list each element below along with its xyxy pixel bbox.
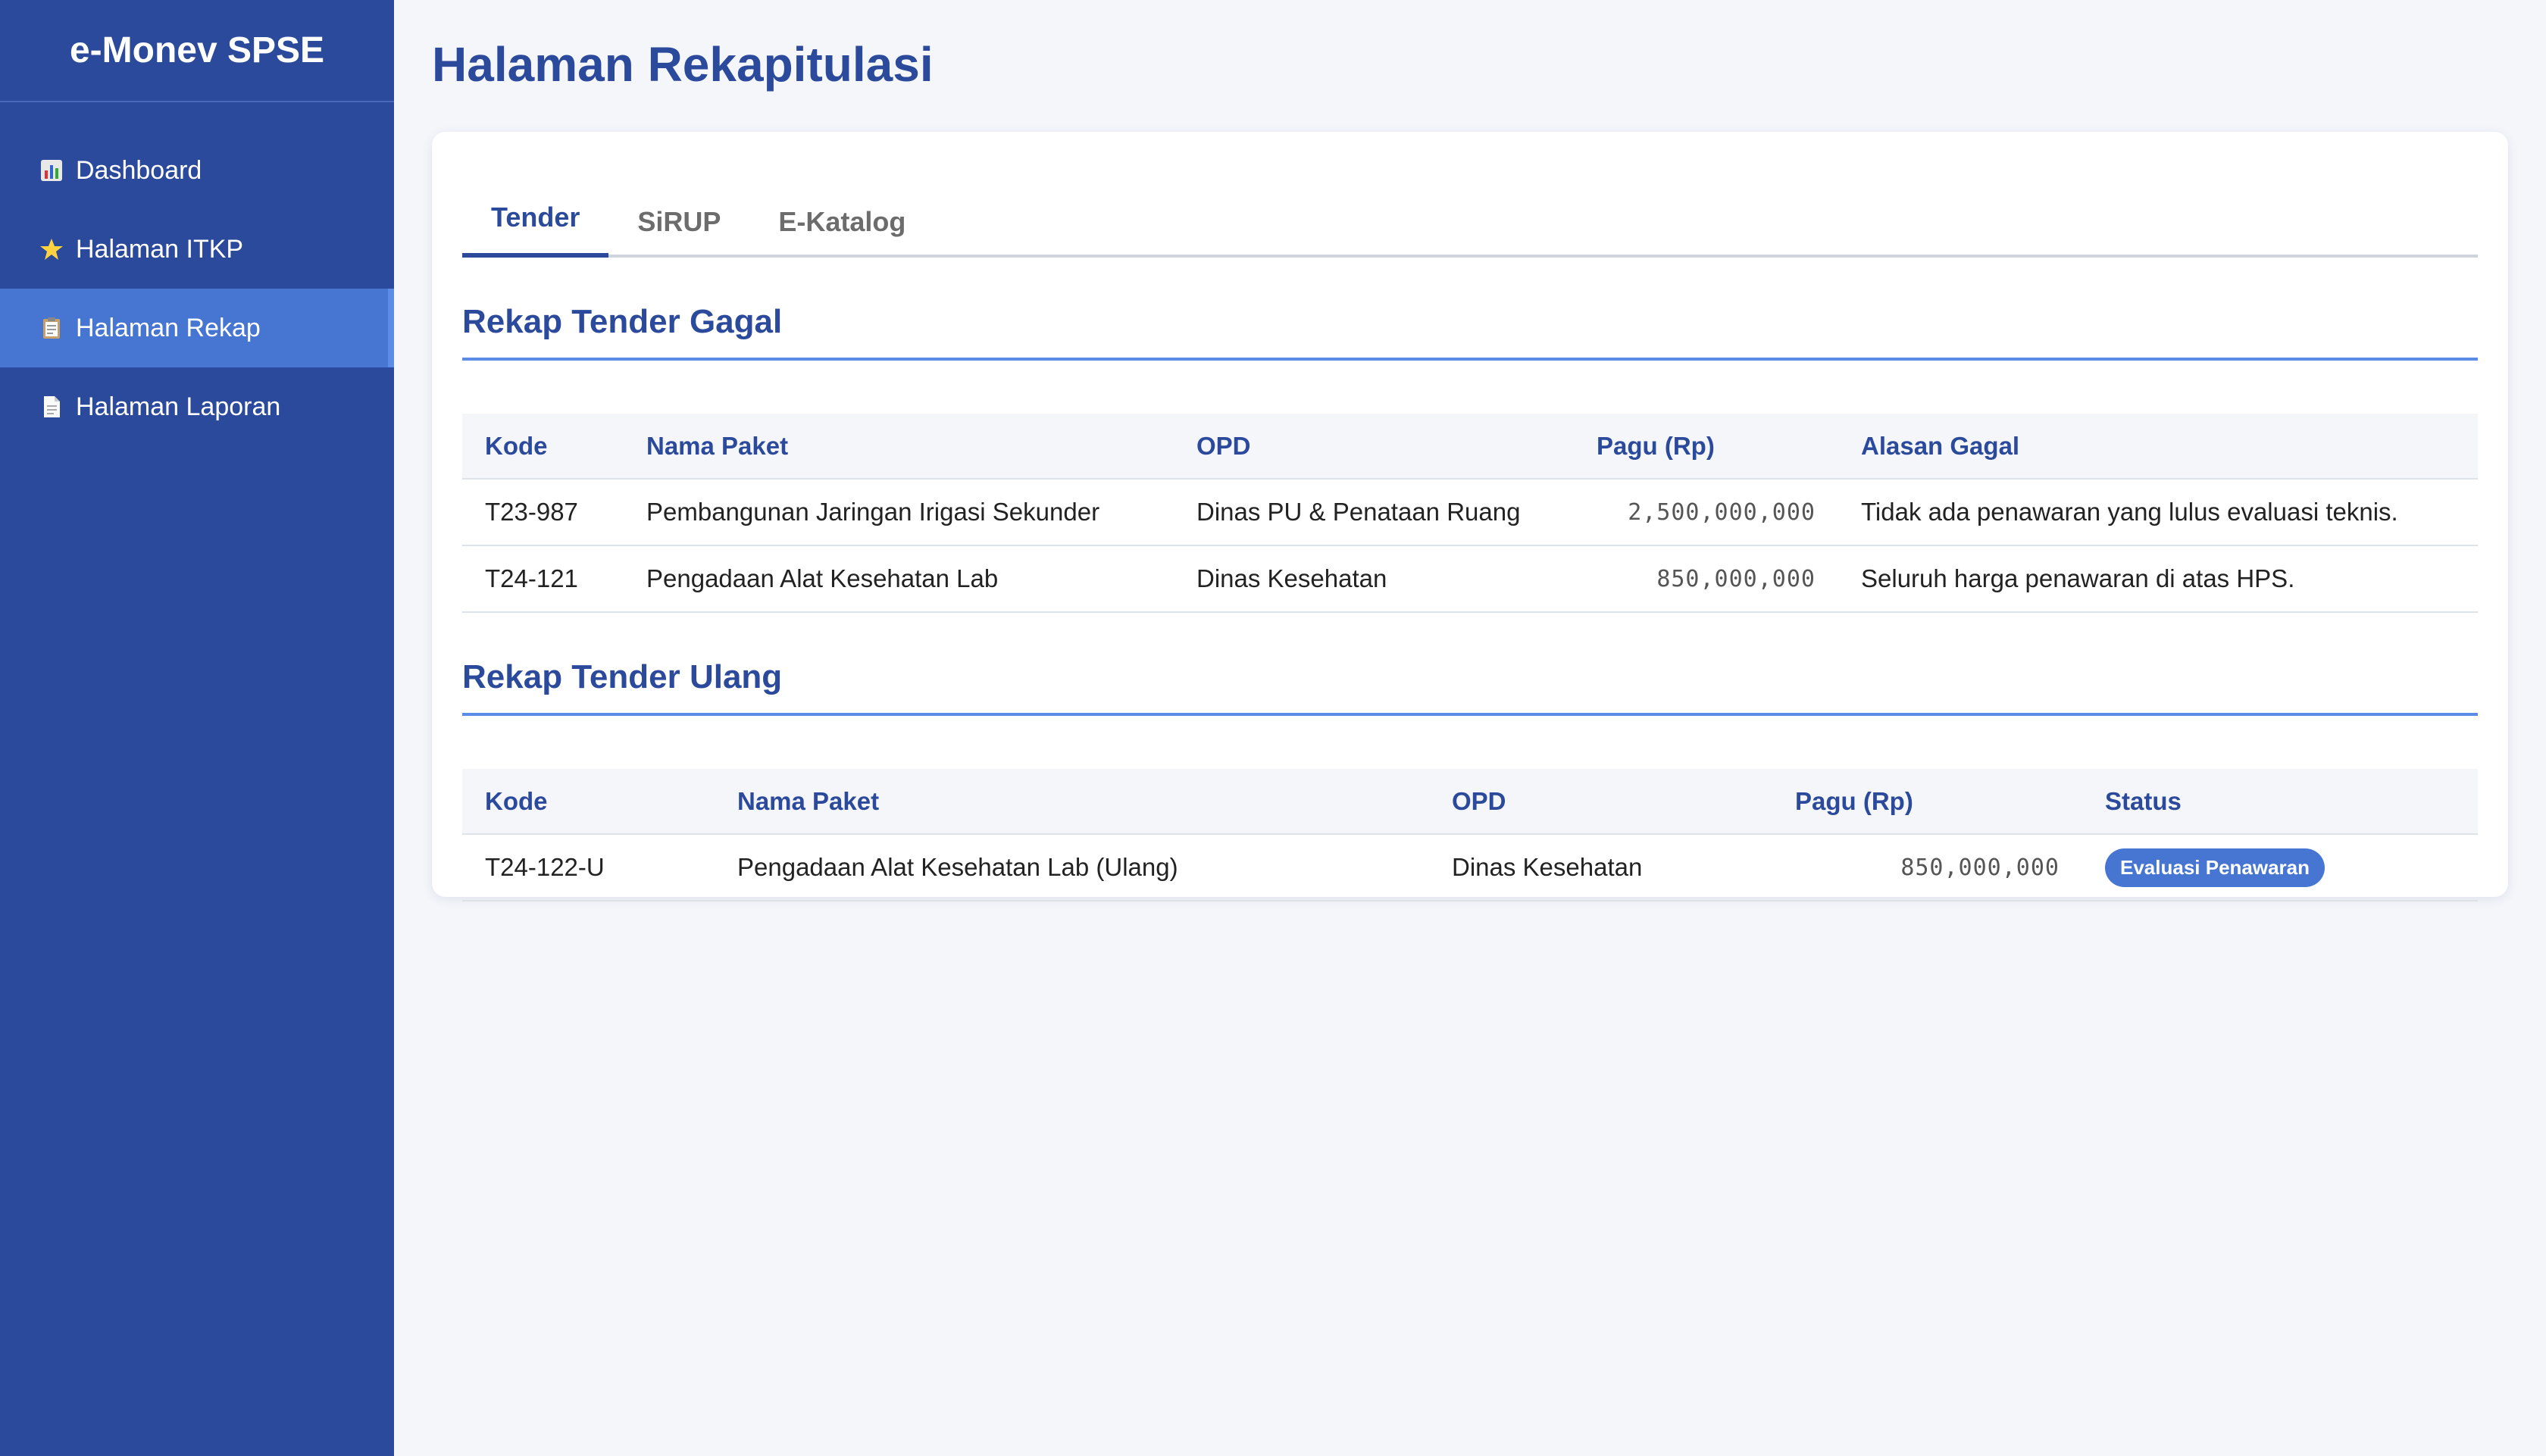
table-tender-gagal: Kode Nama Paket OPD Pagu (Rp) Alasan Gag… [462, 414, 2478, 613]
clipboard-icon [36, 313, 67, 343]
cell-status: Evaluasi Penawaran [2082, 834, 2478, 901]
sidebar-item-laporan[interactable]: Halaman Laporan [0, 367, 394, 446]
cell-nama-paket: Pengadaan Alat Kesehatan Lab (Ulang) [715, 834, 1429, 901]
cell-kode: T24-121 [462, 545, 624, 613]
cell-pagu: 850,000,000 [1574, 545, 1838, 613]
sidebar: e-Monev SPSE Dashboard Halaman ITKP Hala… [0, 0, 394, 1456]
sidebar-nav: Dashboard Halaman ITKP Halaman Rekap Hal… [0, 102, 394, 446]
table-header-row: Kode Nama Paket OPD Pagu (Rp) Alasan Gag… [462, 414, 2478, 480]
sidebar-item-rekap[interactable]: Halaman Rekap [0, 289, 394, 367]
table-row: T24-122-U Pengadaan Alat Kesehatan Lab (… [462, 834, 2478, 901]
document-icon [36, 392, 67, 422]
bar-chart-icon [36, 155, 67, 186]
column-header-nama-paket: Nama Paket [715, 769, 1429, 835]
table-row: T24-121 Pengadaan Alat Kesehatan Lab Din… [462, 545, 2478, 613]
column-header-opd: OPD [1174, 414, 1574, 480]
cell-alasan-gagal: Seluruh harga penawaran di atas HPS. [1838, 545, 2478, 613]
cell-pagu: 850,000,000 [1772, 834, 2082, 901]
rekap-card: Tender SiRUP E-Katalog Rekap Tender Gaga… [432, 132, 2508, 901]
sidebar-item-dashboard[interactable]: Dashboard [0, 131, 394, 210]
cell-opd: Dinas Kesehatan [1174, 545, 1574, 613]
column-header-opd: OPD [1429, 769, 1772, 835]
star-icon [36, 234, 67, 264]
column-header-nama-paket: Nama Paket [624, 414, 1174, 480]
cell-kode: T24-122-U [462, 834, 715, 901]
main-content: Halaman Rekapitulasi Tender SiRUP E-Kata… [394, 0, 2546, 1456]
cell-kode: T23-987 [462, 479, 624, 546]
sidebar-item-itkp[interactable]: Halaman ITKP [0, 210, 394, 289]
section-title-tender-gagal: Rekap Tender Gagal [462, 303, 2478, 361]
table-row: T23-987 Pembangunan Jaringan Irigasi Sek… [462, 479, 2478, 546]
sidebar-item-label: Dashboard [76, 155, 202, 185]
app-title: e-Monev SPSE [0, 0, 394, 102]
tab-tender[interactable]: Tender [462, 202, 609, 258]
column-header-alasan-gagal: Alasan Gagal [1838, 414, 2478, 480]
tab-bar: Tender SiRUP E-Katalog [462, 162, 2478, 258]
sidebar-item-label: Halaman Laporan [76, 392, 281, 421]
cell-alasan-gagal: Tidak ada penawaran yang lulus evaluasi … [1838, 479, 2478, 546]
cell-opd: Dinas Kesehatan [1429, 834, 1772, 901]
column-header-kode: Kode [462, 414, 624, 480]
cell-nama-paket: Pengadaan Alat Kesehatan Lab [624, 545, 1174, 613]
cell-nama-paket: Pembangunan Jaringan Irigasi Sekunder [624, 479, 1174, 546]
section-title-tender-ulang: Rekap Tender Ulang [462, 658, 2478, 716]
column-header-kode: Kode [462, 769, 715, 835]
sidebar-item-label: Halaman ITKP [76, 234, 244, 264]
cell-pagu: 2,500,000,000 [1574, 479, 1838, 546]
table-header-row: Kode Nama Paket OPD Pagu (Rp) Status [462, 769, 2478, 835]
cell-opd: Dinas PU & Penataan Ruang [1174, 479, 1574, 546]
column-header-pagu: Pagu (Rp) [1574, 414, 1838, 480]
column-header-status: Status [2082, 769, 2478, 835]
page-title: Halaman Rekapitulasi [432, 37, 934, 92]
tab-sirup[interactable]: SiRUP [608, 206, 749, 258]
status-badge: Evaluasi Penawaran [2105, 848, 2325, 887]
sidebar-item-label: Halaman Rekap [76, 313, 261, 342]
column-header-pagu: Pagu (Rp) [1772, 769, 2082, 835]
tab-e-katalog[interactable]: E-Katalog [749, 206, 934, 258]
table-tender-ulang: Kode Nama Paket OPD Pagu (Rp) Status T24… [462, 769, 2478, 901]
